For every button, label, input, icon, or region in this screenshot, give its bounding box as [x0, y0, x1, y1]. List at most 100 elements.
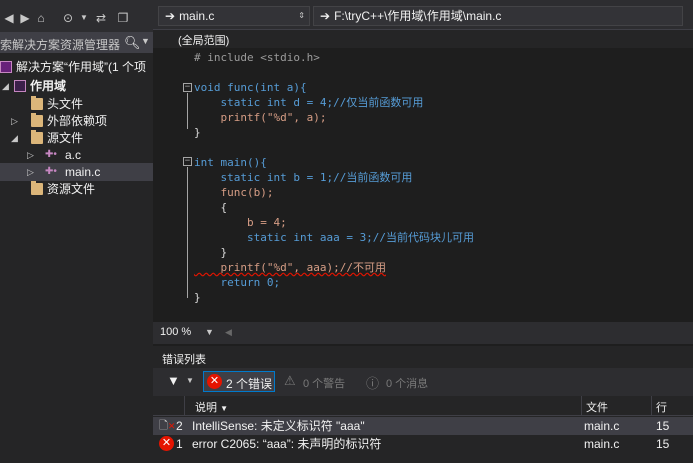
error-list-panel: 错误列表 ▼ ▼ ✕ 2 个错误 ⚠ 0 个警告 ⓘ 0 个消息 说明 ▼ 文件… [153, 346, 693, 463]
sort-desc-icon: ▼ [220, 404, 228, 413]
tree-item-main-c[interactable]: ▷ ✚• main.c [0, 163, 153, 181]
collapsed-arrow-icon[interactable]: ▷ [27, 146, 37, 164]
filter-icon[interactable]: ▼ [167, 373, 180, 388]
file-dropdown-value: main.c [179, 9, 215, 23]
code-line: static int aaa = 3;//当前代码块儿可用 [194, 230, 474, 245]
column-header-line[interactable]: 行 [656, 399, 667, 415]
folder-icon [31, 181, 43, 195]
code-text: b = 4; [194, 216, 287, 229]
collapse-all-icon[interactable]: ❐ [115, 10, 131, 26]
code-line: b = 4; [194, 215, 287, 230]
code-line: int main(){ [194, 155, 267, 170]
code-line: static int b = 1;//当前函数可用 [194, 170, 412, 185]
code-line: } [194, 125, 201, 140]
expanded-arrow-icon[interactable]: ◢ [2, 77, 12, 95]
column-header-file[interactable]: 文件 [586, 399, 608, 415]
column-header-label: 说明 [195, 402, 217, 414]
sync-dropdown-icon[interactable]: ▼ [76, 10, 92, 26]
filter-dropdown-icon[interactable]: ▼ [186, 376, 194, 385]
messages-filter-button[interactable]: 0 个消息 [386, 375, 428, 391]
path-dropdown-value: F:\tryC++\作用域\作用域\main.c [334, 9, 502, 23]
error-icon: ✕ [207, 374, 222, 389]
collapsed-arrow-icon[interactable]: ▷ [11, 112, 21, 130]
tree-item-a-c[interactable]: ▷ ✚• a.c [0, 146, 153, 164]
tree-item-label: 头文件 [47, 97, 84, 111]
tree-item-label: 资源文件 [47, 182, 96, 196]
fold-guide [187, 167, 188, 298]
tree-item-project[interactable]: ◢ 作用域 [0, 77, 153, 95]
code-text: static int b = 1;//当前函数可用 [194, 171, 413, 184]
dropdown-arrows-icon[interactable]: ⇕ [298, 7, 305, 25]
zoom-level[interactable]: 100 % [160, 326, 191, 338]
info-icon: ⓘ [366, 376, 380, 391]
column-header-desc[interactable]: 说明 ▼ [195, 399, 228, 415]
scope-bar[interactable]: (全局范围) [153, 30, 693, 48]
code-text: printf("%d", aaa);//不可用 [194, 261, 386, 274]
navigation-bar: ➔ main.c ⇕ ➔ F:\tryC++\作用域\作用域\main.c [153, 0, 693, 30]
scroll-left-icon[interactable]: ◀ [225, 327, 232, 338]
collapsed-arrow-icon[interactable]: ▷ [27, 163, 37, 181]
tree-item-source-files[interactable]: ◢ 源文件 [0, 129, 153, 147]
error-line: 15 [656, 419, 670, 433]
tree-item-header-files[interactable]: 头文件 [0, 95, 153, 113]
code-line: printf("%d", aaa);//不可用 [194, 260, 386, 275]
error-file: main.c [584, 437, 620, 451]
code-line: static int d = 4;//仅当前函数可用 [194, 95, 423, 110]
refresh-icon[interactable]: ⇄ [93, 10, 109, 26]
errors-button-label: 2 个错误 [226, 377, 273, 391]
arrow-right-icon: ➔ [165, 9, 176, 23]
code-text: # include <stdio.h> [194, 51, 320, 64]
home-icon[interactable]: ⌂ [33, 10, 49, 26]
fold-collapse-icon[interactable]: − [183, 83, 192, 92]
tree-item-solution[interactable]: 解决方案“作用域”(1 个项 [0, 58, 153, 76]
error-list-header: 说明 ▼ 文件 行 [153, 396, 693, 416]
code-text: func(b); [194, 186, 274, 199]
code-text: int main(){ [194, 156, 267, 169]
folder-icon [31, 96, 43, 110]
error-file: main.c [584, 419, 620, 433]
arrow-right-icon: ➔ [320, 9, 331, 23]
error-line: 15 [656, 437, 670, 451]
error-row[interactable]: ✕ 1 error C2065: “aaa”: 未声明的标识符 main.c 1… [153, 435, 693, 453]
code-text: } [194, 246, 228, 259]
warning-icon: ⚠ [284, 373, 296, 388]
code-text: } [194, 126, 201, 139]
search-input[interactable]: 索解决方案资源管理器( [0, 36, 120, 53]
forward-icon[interactable]: ▶ [17, 10, 33, 26]
error-number: 2 [176, 419, 183, 433]
errors-filter-button[interactable]: ✕ 2 个错误 [203, 371, 275, 392]
project-icon [14, 80, 26, 92]
search-dropdown-icon[interactable]: ▼ [141, 36, 150, 46]
zoom-bar: 100 % ▼ ◀ [153, 322, 693, 344]
expanded-arrow-icon[interactable]: ◢ [11, 129, 21, 147]
tree-item-label: 作用域 [30, 79, 67, 93]
error-description: IntelliSense: 未定义标识符 "aaa" [192, 419, 365, 433]
tree-item-resource-files[interactable]: 资源文件 [0, 180, 153, 198]
solution-explorer-toolbar: ◀ ▶ ⌂ ⊙ ▼ ⇄ ❐ [0, 0, 153, 32]
tree-item-label: main.c [65, 165, 101, 179]
code-editor[interactable]: # include <stdio.h> void func(int a){ st… [153, 48, 693, 322]
fold-collapse-icon[interactable]: − [183, 157, 192, 166]
code-line: printf("%d", a); [194, 110, 326, 125]
warnings-filter-button[interactable]: 0 个警告 [303, 375, 345, 391]
code-text: void func(int a){ [194, 81, 307, 94]
solution-icon [0, 61, 12, 73]
code-line: func(b); [194, 185, 273, 200]
sync-icon[interactable]: ⊙ [60, 10, 76, 26]
tree-item-external-deps[interactable]: ▷ 外部依赖项 [0, 112, 153, 130]
file-dropdown[interactable]: ➔ main.c ⇕ [158, 6, 310, 26]
code-line: # include <stdio.h> [194, 50, 320, 65]
search-icon[interactable]: 🔍︎ [124, 35, 141, 51]
tree-item-label: 源文件 [47, 131, 84, 145]
scope-label[interactable]: (全局范围) [178, 32, 229, 48]
zoom-dropdown-icon[interactable]: ▼ [205, 327, 214, 337]
code-text: { [194, 201, 228, 214]
back-icon[interactable]: ◀ [1, 10, 17, 26]
solution-explorer: ◀ ▶ ⌂ ⊙ ▼ ⇄ ❐ 索解决方案资源管理器( 🔍︎ ▼ 解决方案“作用域”… [0, 0, 153, 463]
column-separator [184, 396, 185, 416]
path-dropdown[interactable]: ➔ F:\tryC++\作用域\作用域\main.c [313, 6, 683, 26]
solution-explorer-search[interactable]: 索解决方案资源管理器( 🔍︎ ▼ [0, 32, 153, 53]
code-line: void func(int a){ [194, 80, 307, 95]
error-list-toolbar: ▼ ▼ ✕ 2 个错误 ⚠ 0 个警告 ⓘ 0 个消息 [153, 368, 693, 396]
error-row[interactable]: 🗋✕ 2 IntelliSense: 未定义标识符 "aaa" main.c 1… [153, 417, 693, 435]
